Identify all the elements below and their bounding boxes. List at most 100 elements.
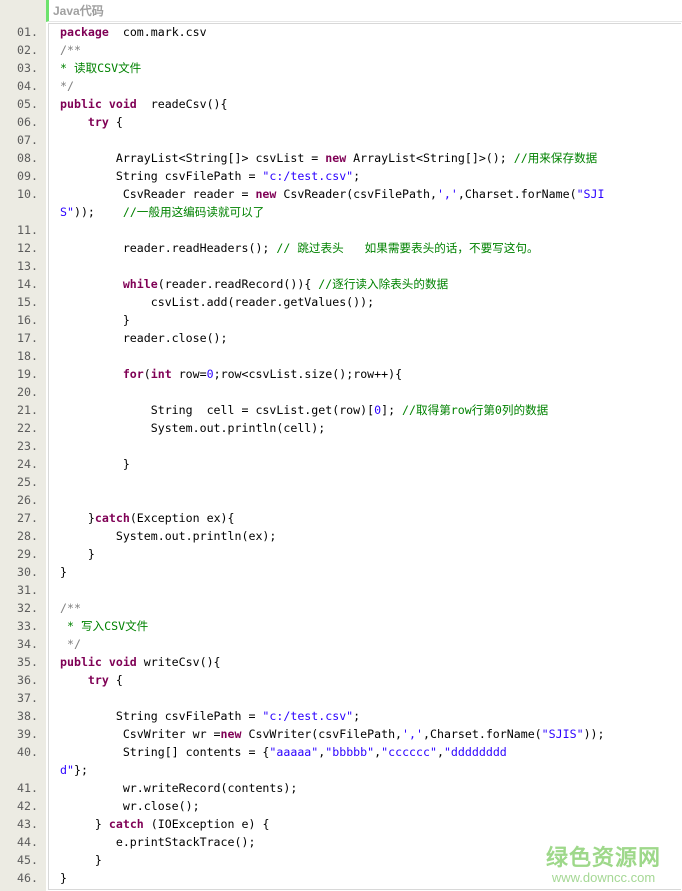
line-number: 05.: [17, 97, 38, 111]
code-line: 25.: [0, 473, 682, 491]
string-literal: ',': [402, 727, 423, 741]
keyword: public void: [60, 97, 137, 111]
code-line: 28. System.out.println(ex);: [0, 527, 682, 545]
line-number: 17.: [17, 331, 38, 345]
code-token: }: [60, 871, 67, 885]
code-token: ));: [583, 727, 605, 741]
code-line: 14. while(reader.readRecord()){ //逐行读入除表…: [0, 275, 682, 293]
code-line: S")); //一般用这编码读就可以了: [0, 203, 682, 221]
code-line: 18.: [0, 347, 682, 365]
code-language-label: Java代码: [53, 4, 104, 18]
code-line: 16. }: [0, 311, 682, 329]
code-line: 23.: [0, 437, 682, 455]
code-token: writeCsv(){: [136, 655, 221, 669]
code-token: (Exception ex){: [129, 511, 235, 525]
code-token: (reader.readRecord()){: [157, 277, 319, 291]
line-code: }catch(Exception ex){: [60, 509, 235, 527]
line-code: csvList.add(reader.getValues());: [60, 293, 374, 311]
keyword: try: [87, 673, 109, 687]
code-line: 15. csvList.add(reader.getValues());: [0, 293, 682, 311]
code-token: };: [73, 763, 88, 777]
line-number: 29.: [17, 547, 38, 561]
line-number: 02.: [17, 43, 38, 57]
code-token: ];: [381, 403, 403, 417]
code-line: 19. for(int row=0;row<csvList.size();row…: [0, 365, 682, 383]
code-token: ArrayList<String[]>();: [346, 151, 514, 165]
line-code: }: [60, 311, 130, 329]
code-token: ;: [353, 169, 361, 183]
line-code: String cell = csvList.get(row)[0]; //取得第…: [60, 401, 549, 419]
code-line: 31.: [0, 581, 682, 599]
code-token: ;row<csvList.size();row++){: [213, 367, 403, 381]
line-number: 13.: [17, 259, 38, 273]
keyword: new: [325, 151, 347, 165]
code-line: 05. public void readeCsv(){: [0, 95, 682, 113]
line-code: }: [60, 869, 67, 887]
line-code: /**: [60, 41, 81, 59]
code-line: 06. try {: [0, 113, 682, 131]
string-literal: "c:/test.csv": [262, 169, 354, 183]
code-token: e.printStackTrace();: [60, 835, 256, 849]
code-line: 02. /**: [0, 41, 682, 59]
keyword: package: [60, 25, 109, 39]
line-code: CsvWriter wr =new CsvWriter(csvFilePath,…: [60, 725, 605, 743]
comment: //一般用这编码读就可以了: [122, 205, 265, 219]
code-token: String csvFilePath =: [60, 169, 263, 183]
code-token: ,Charset.forName(: [457, 187, 577, 201]
line-code: try {: [60, 113, 123, 131]
line-code: } catch (IOException e) {: [60, 815, 270, 833]
line-number: 27.: [17, 511, 38, 525]
string-literal: 0: [206, 367, 214, 381]
comment: /**: [60, 43, 81, 57]
line-number: 19.: [17, 367, 38, 381]
watermark-name: 绿色资源网: [546, 846, 662, 871]
code-line: 11.: [0, 221, 682, 239]
code-line: 10. CsvReader reader = new CsvReader(csv…: [0, 185, 682, 203]
code-line: 38. String csvFilePath = "c:/test.csv";: [0, 707, 682, 725]
code-token: System.out.println(cell);: [60, 421, 326, 435]
line-number: 41.: [17, 781, 38, 795]
line-code: for(int row=0;row<csvList.size();row++){: [60, 365, 402, 383]
line-number: 42.: [17, 799, 38, 813]
code-line: 37.: [0, 689, 682, 707]
code-token: reader.readHeaders();: [60, 241, 277, 255]
line-code: */: [60, 635, 81, 653]
code-token: readeCsv(){: [136, 97, 228, 111]
string-literal: "dddddddd: [443, 745, 507, 759]
code-token: ));: [73, 205, 123, 219]
line-number: 25.: [17, 475, 38, 489]
code-line: 32. /**: [0, 599, 682, 617]
code-line: d"};: [0, 761, 682, 779]
code-token: }: [60, 511, 95, 525]
line-code: String csvFilePath = "c:/test.csv";: [60, 707, 360, 725]
code-token: csvList.add(reader.getValues());: [60, 295, 375, 309]
line-code: }: [60, 563, 67, 581]
code-line: 22. System.out.println(cell);: [0, 419, 682, 437]
code-line: 33. * 写入CSV文件: [0, 617, 682, 635]
line-number: 20.: [17, 385, 38, 399]
line-number: 33.: [17, 619, 38, 633]
code-line: 13.: [0, 257, 682, 275]
line-code: try {: [60, 671, 123, 689]
line-code: CsvReader reader = new CsvReader(csvFile…: [60, 185, 605, 203]
line-number: 11.: [17, 223, 38, 237]
line-code: reader.close();: [60, 329, 228, 347]
line-number: 22.: [17, 421, 38, 435]
comment: //逐行读入除表头的数据: [318, 277, 449, 291]
line-code: ArrayList<String[]> csvList = new ArrayL…: [60, 149, 597, 167]
line-code: /**: [60, 599, 81, 617]
line-code: System.out.println(ex);: [60, 527, 277, 545]
line-code: * 读取CSV文件: [60, 59, 141, 77]
code-token: wr.close();: [60, 799, 200, 813]
line-number: 03.: [17, 61, 38, 75]
code-viewer: Java代码 01. package com.mark.csv 02. /** 03. *…: [0, 0, 682, 891]
line-number: 18.: [17, 349, 38, 363]
line-number: 23.: [17, 439, 38, 453]
code-line: 26.: [0, 491, 682, 509]
line-number: [0, 761, 60, 779]
code-line: 17. reader.close();: [0, 329, 682, 347]
keyword: try: [87, 115, 109, 129]
string-literal: d": [60, 763, 74, 777]
